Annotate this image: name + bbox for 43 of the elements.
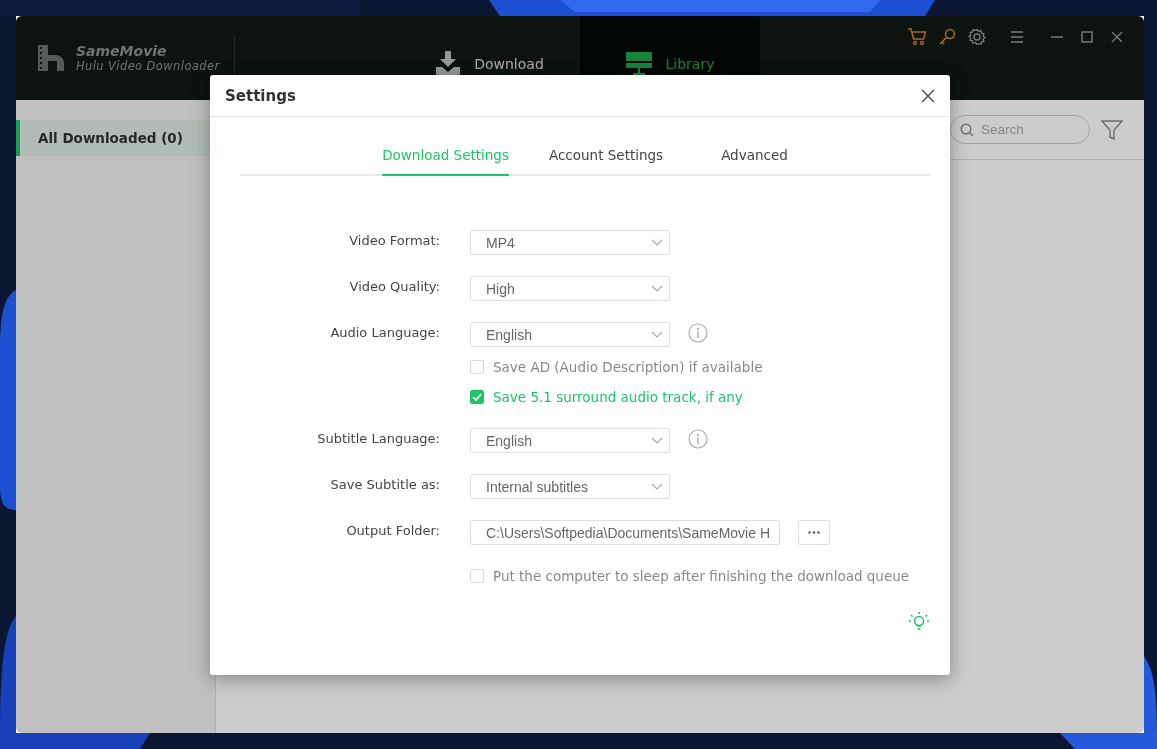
search-field[interactable]: Search	[950, 115, 1090, 144]
checkbox[interactable]	[470, 569, 484, 583]
chevron-down-icon	[651, 285, 663, 292]
dropdown[interactable]: English	[470, 322, 670, 347]
dropdown[interactable]: MP4	[470, 230, 670, 255]
dropdown[interactable]: Internal subtitles	[470, 474, 670, 499]
dialog-title: Settings	[225, 86, 296, 105]
chevron-down-icon	[651, 483, 663, 490]
field-label: Video Format:	[348, 232, 440, 248]
maximize-icon	[1081, 31, 1093, 43]
field-label: Subtitle Language:	[316, 430, 440, 446]
close-icon	[920, 87, 936, 104]
menu-icon	[1010, 31, 1024, 43]
monitor-icon	[625, 52, 652, 76]
settings-tab[interactable]: Account Settings	[548, 145, 664, 176]
dropdown[interactable]: High	[470, 276, 670, 301]
checkbox[interactable]	[470, 390, 484, 404]
chevron-down-icon	[651, 331, 663, 338]
filter-button[interactable]	[1100, 117, 1124, 142]
folder-path-field[interactable]: C:\Users\Softpedia\Documents\SameMovie H	[470, 520, 780, 545]
field-label: Output Folder:	[345, 522, 440, 538]
film-logo-icon	[36, 43, 66, 73]
filter-icon	[1101, 118, 1123, 141]
chevron-down-icon	[651, 239, 663, 246]
field-label: Save Subtitle as:	[329, 476, 440, 492]
settings-icon	[968, 28, 986, 46]
close-icon	[1111, 31, 1123, 43]
app-name: SameMovie	[76, 43, 168, 59]
checkbox[interactable]	[470, 360, 484, 374]
ellipsis-icon	[808, 531, 820, 534]
minimize-icon	[1051, 36, 1063, 38]
key-icon	[938, 28, 956, 46]
dropdown[interactable]: English	[470, 428, 670, 453]
checkbox-option[interactable]: Put the computer to sleep after finishing the download queue	[470, 566, 910, 586]
chevron-down-icon	[651, 437, 663, 444]
cart-icon	[907, 28, 927, 46]
settings-tab[interactable]: Advanced	[721, 145, 788, 176]
check-icon	[472, 393, 482, 401]
field-label: Audio Language:	[329, 324, 440, 340]
field-label: Video Quality:	[348, 278, 440, 294]
checkbox-option[interactable]: Save AD (Audio Description) if available	[470, 357, 763, 377]
light-bulb-icon	[908, 611, 930, 633]
app-subtitle: Hulu Video Downloader	[76, 59, 220, 73]
